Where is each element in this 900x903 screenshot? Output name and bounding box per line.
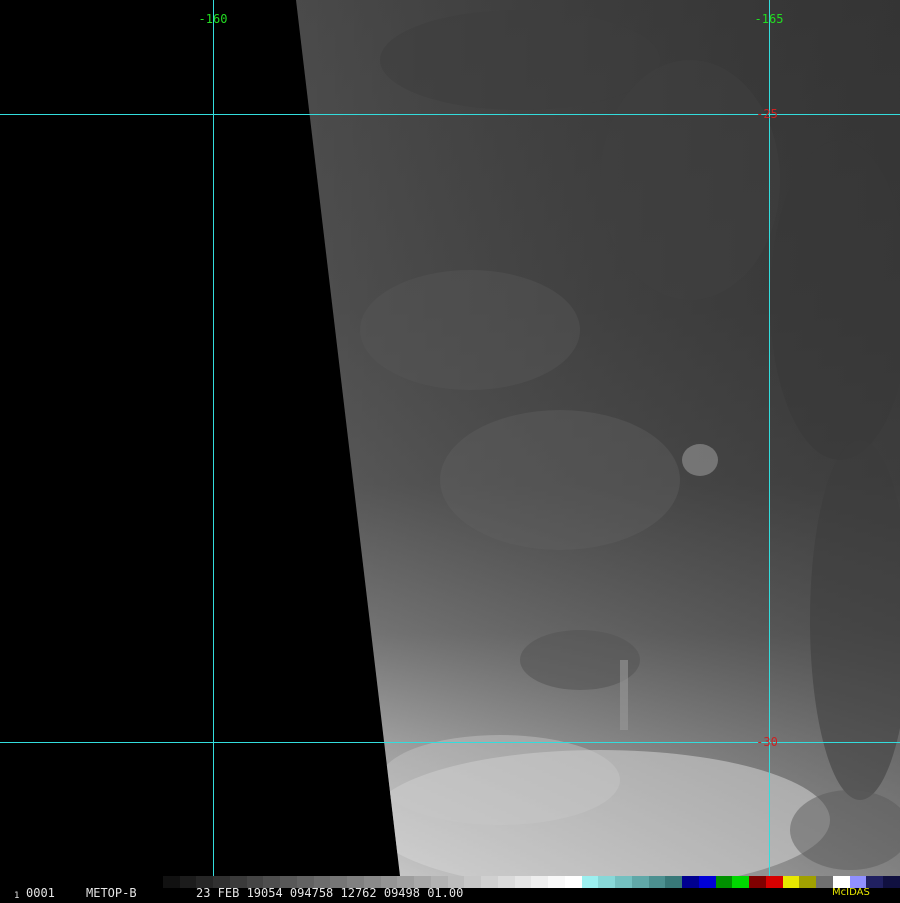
color-swatch [497,876,515,888]
color-swatch [799,876,816,888]
color-swatch [481,876,498,888]
color-swatch [330,876,347,888]
longitude-label-165: -165 [754,12,784,26]
color-swatch [581,876,599,888]
color-swatch [816,876,833,888]
latitude-label-30: -30 [756,735,778,749]
color-swatch [732,876,749,888]
color-swatch [598,876,615,888]
color-swatch [883,876,900,888]
satellite-name: METOP-B [86,886,137,900]
color-swatch [380,876,398,888]
satellite-image [0,0,900,900]
frame-marker: 1 [14,891,20,901]
latitude-label-25: -25 [756,107,778,121]
color-swatch [213,876,230,888]
color-swatch [447,876,465,888]
color-swatch [179,876,197,888]
color-swatch [782,876,800,888]
color-swatch [715,876,733,888]
color-swatch [531,876,548,888]
color-swatch [765,876,783,888]
color-swatch [682,876,699,888]
mcidas-logo: McIDAS [832,887,870,898]
datetime-info: 23 FEB 19054 094758 12762 09498 01.00 [196,886,464,900]
color-swatch [347,876,364,888]
enhancement-color-bar [146,876,900,888]
color-swatch [464,876,481,888]
color-swatch [564,876,582,888]
longitude-label-160: -160 [198,12,228,26]
color-swatch [665,876,682,888]
color-swatch [162,876,180,888]
color-swatch [196,876,213,888]
color-swatch [631,876,649,888]
color-swatch [146,876,163,888]
color-swatch [397,876,414,888]
color-swatch [263,876,280,888]
color-swatch [313,876,331,888]
color-swatch [648,876,666,888]
color-swatch [749,876,766,888]
color-swatch [615,876,632,888]
frame-number: 0001 [26,886,55,900]
color-swatch [430,876,448,888]
color-swatch [698,876,716,888]
color-swatch [246,876,264,888]
color-swatch [280,876,297,888]
color-swatch [363,876,381,888]
color-swatch [514,876,532,888]
color-swatch [548,876,565,888]
color-swatch [296,876,314,888]
color-swatch [229,876,247,888]
color-swatch [414,876,431,888]
